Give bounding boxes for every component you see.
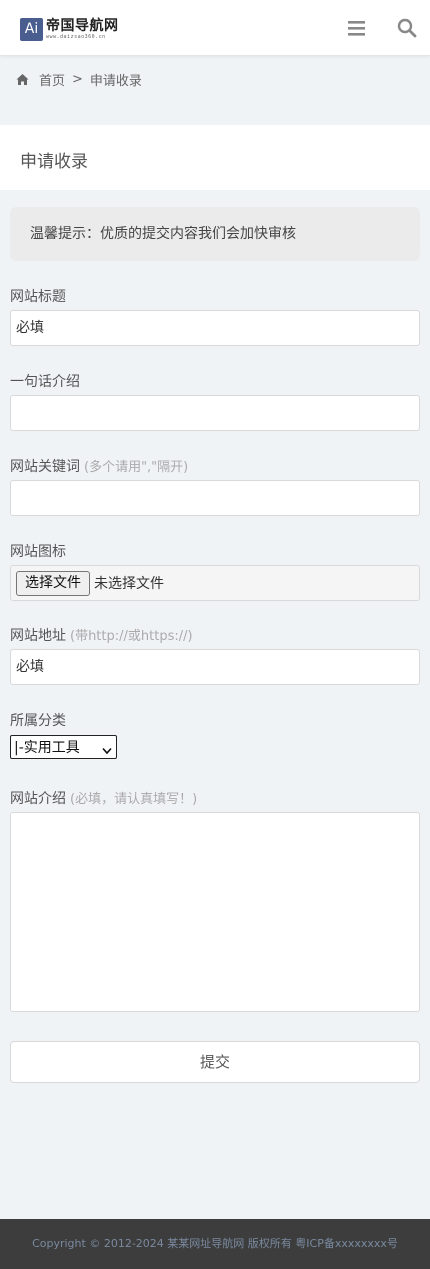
category-selected: |-实用工具 [14, 740, 80, 756]
slogan-input[interactable] [10, 395, 420, 431]
chevron-down-icon [102, 743, 112, 755]
keywords-hint: (多个请用","隔开) [84, 460, 189, 475]
description-hint: (必填，请认真填写！) [70, 792, 198, 807]
page-title: 申请收录 [20, 152, 88, 172]
footer: Copyright © 2012-2024 某某网址导航网 版权所有 粤ICP备… [0, 1219, 430, 1269]
page-title-box: 申请收录 [0, 125, 430, 190]
description-textarea[interactable] [10, 812, 420, 1012]
logo-domain: www.daizsao360.cn [46, 33, 106, 40]
url-hint: (带http://或https://) [70, 629, 193, 644]
category-label: 所属分类 [10, 713, 66, 729]
icon-label: 网站图标 [10, 544, 66, 560]
breadcrumb-current: 申请收录 [89, 73, 142, 89]
logo-mark: Ai [20, 17, 43, 41]
breadcrumb-home-link[interactable]: 首页 [39, 70, 65, 89]
choose-file-button[interactable]: 选择文件 [16, 570, 90, 596]
top-header: Ai 帝国导航网 www.daizsao360.cn [0, 0, 430, 56]
keywords-label: 网站关键词 (多个请用","隔开) [10, 459, 189, 475]
site-title-input[interactable] [10, 310, 420, 346]
site-title-label: 网站标题 [10, 289, 66, 305]
copyright-text: Copyright © 2012-2024 某某网址导航网 版权所有 粤ICP备… [32, 1237, 398, 1250]
site-logo[interactable]: Ai 帝国导航网 www.daizsao360.cn [20, 16, 119, 42]
file-status-text: 未选择文件 [94, 576, 164, 592]
description-label: 网站介绍 (必填，请认真填写！) [10, 791, 198, 807]
search-icon[interactable] [396, 17, 418, 39]
home-icon [16, 73, 29, 86]
breadcrumb-separator: > [72, 71, 83, 87]
keywords-input[interactable] [10, 480, 420, 516]
category-select[interactable]: |-实用工具 [10, 735, 117, 759]
tip-box: 温馨提示：优质的提交内容我们会加快审核 [10, 207, 420, 261]
icon-file-input: 选择文件 未选择文件 [10, 565, 420, 601]
url-label: 网站地址 (带http://或https://) [10, 628, 193, 644]
logo-name: 帝国导航网 [46, 17, 119, 34]
breadcrumb: 首页 > 申请收录 [16, 69, 142, 89]
slogan-label: 一句话介绍 [10, 374, 80, 390]
menu-icon[interactable] [346, 17, 368, 39]
url-input[interactable] [10, 649, 420, 685]
submit-button[interactable]: 提交 [10, 1041, 420, 1083]
